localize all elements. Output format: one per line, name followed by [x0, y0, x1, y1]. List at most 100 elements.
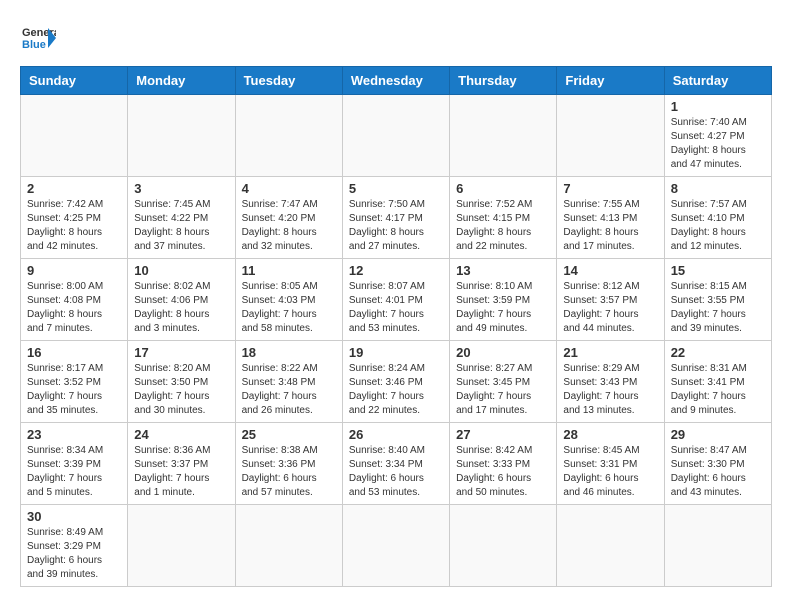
col-monday: Monday	[128, 67, 235, 95]
day-number: 11	[242, 263, 336, 278]
table-row: 24 Sunrise: 8:36 AM Sunset: 3:37 PM Dayli…	[128, 423, 235, 505]
table-row: 30 Sunrise: 8:49 AM Sunset: 3:29 PM Dayli…	[21, 505, 128, 587]
calendar-week-3: 9Sunrise: 8:00 AM Sunset: 4:08 PM Daylig…	[21, 259, 772, 341]
day-info: Sunrise: 8:17 AM Sunset: 3:52 PM Dayligh…	[27, 362, 121, 418]
day-info: Sunrise: 8:29 AM Sunset: 3:43 PM Dayligh…	[563, 362, 657, 418]
day-number: 3	[134, 181, 228, 196]
table-row	[557, 505, 664, 587]
table-row: 12Sunrise: 8:07 AM Sunset: 4:01 PM Dayli…	[342, 259, 449, 341]
day-info: Sunrise: 8:22 AM Sunset: 3:48 PM Dayligh…	[242, 362, 336, 418]
day-info: Sunrise: 8:34 AM Sunset: 3:39 PM Dayligh…	[27, 444, 121, 500]
day-number: 14	[563, 263, 657, 278]
day-number: 21	[563, 345, 657, 360]
table-row: 19 Sunrise: 8:24 AM Sunset: 3:46 PM Dayli…	[342, 341, 449, 423]
svg-text:Blue: Blue	[22, 39, 46, 51]
day-number: 20	[456, 345, 550, 360]
table-row	[342, 95, 449, 177]
table-row: 7Sunrise: 7:55 AM Sunset: 4:13 PM Daylig…	[557, 177, 664, 259]
table-row: 2 Sunrise: 7:42 AM Sunset: 4:25 PM Daylig…	[21, 177, 128, 259]
day-number: 18	[242, 345, 336, 360]
table-row	[235, 505, 342, 587]
table-row: 23 Sunrise: 8:34 AM Sunset: 3:39 PM Dayli…	[21, 423, 128, 505]
day-number: 22	[671, 345, 765, 360]
day-info: Sunrise: 8:12 AM Sunset: 3:57 PM Dayligh…	[563, 280, 657, 336]
table-row	[235, 95, 342, 177]
day-number: 17	[134, 345, 228, 360]
day-info: Sunrise: 8:42 AM Sunset: 3:33 PM Dayligh…	[456, 444, 550, 500]
table-row: 17 Sunrise: 8:20 AM Sunset: 3:50 PM Dayli…	[128, 341, 235, 423]
day-info: Sunrise: 8:10 AM Sunset: 3:59 PM Dayligh…	[456, 280, 550, 336]
calendar-week-5: 23 Sunrise: 8:34 AM Sunset: 3:39 PM Dayli…	[21, 423, 772, 505]
table-row: 14 Sunrise: 8:12 AM Sunset: 3:57 PM Dayli…	[557, 259, 664, 341]
day-info: Sunrise: 8:27 AM Sunset: 3:45 PM Dayligh…	[456, 362, 550, 418]
table-row	[128, 95, 235, 177]
table-row: 28Sunrise: 8:45 AM Sunset: 3:31 PM Dayli…	[557, 423, 664, 505]
col-tuesday: Tuesday	[235, 67, 342, 95]
col-thursday: Thursday	[450, 67, 557, 95]
day-info: Sunrise: 8:36 AM Sunset: 3:37 PM Dayligh…	[134, 444, 228, 500]
day-info: Sunrise: 8:20 AM Sunset: 3:50 PM Dayligh…	[134, 362, 228, 418]
col-sunday: Sunday	[21, 67, 128, 95]
table-row: 29 Sunrise: 8:47 AM Sunset: 3:30 PM Dayli…	[664, 423, 771, 505]
day-info: Sunrise: 7:42 AM Sunset: 4:25 PM Dayligh…	[27, 198, 121, 254]
day-info: Sunrise: 8:05 AM Sunset: 4:03 PM Dayligh…	[242, 280, 336, 336]
day-info: Sunrise: 8:07 AM Sunset: 4:01 PM Dayligh…	[349, 280, 443, 336]
day-number: 10	[134, 263, 228, 278]
table-row: 4 Sunrise: 7:47 AM Sunset: 4:20 PM Daylig…	[235, 177, 342, 259]
table-row: 26 Sunrise: 8:40 AM Sunset: 3:34 PM Dayli…	[342, 423, 449, 505]
day-number: 13	[456, 263, 550, 278]
day-number: 19	[349, 345, 443, 360]
table-row: 8Sunrise: 7:57 AM Sunset: 4:10 PM Daylig…	[664, 177, 771, 259]
day-number: 16	[27, 345, 121, 360]
day-info: Sunrise: 8:40 AM Sunset: 3:34 PM Dayligh…	[349, 444, 443, 500]
day-number: 4	[242, 181, 336, 196]
day-info: Sunrise: 7:47 AM Sunset: 4:20 PM Dayligh…	[242, 198, 336, 254]
day-number: 5	[349, 181, 443, 196]
table-row: 5 Sunrise: 7:50 AM Sunset: 4:17 PM Daylig…	[342, 177, 449, 259]
calendar-week-2: 2 Sunrise: 7:42 AM Sunset: 4:25 PM Daylig…	[21, 177, 772, 259]
day-number: 23	[27, 427, 121, 442]
table-row: 10 Sunrise: 8:02 AM Sunset: 4:06 PM Dayli…	[128, 259, 235, 341]
calendar-week-6: 30 Sunrise: 8:49 AM Sunset: 3:29 PM Dayli…	[21, 505, 772, 587]
table-row: 13 Sunrise: 8:10 AM Sunset: 3:59 PM Dayli…	[450, 259, 557, 341]
day-number: 15	[671, 263, 765, 278]
day-info: Sunrise: 8:31 AM Sunset: 3:41 PM Dayligh…	[671, 362, 765, 418]
table-row	[450, 95, 557, 177]
logo: General Blue	[20, 20, 56, 56]
day-info: Sunrise: 7:40 AM Sunset: 4:27 PM Dayligh…	[671, 116, 765, 172]
table-row: 27Sunrise: 8:42 AM Sunset: 3:33 PM Dayli…	[450, 423, 557, 505]
day-info: Sunrise: 8:49 AM Sunset: 3:29 PM Dayligh…	[27, 526, 121, 582]
day-number: 26	[349, 427, 443, 442]
day-info: Sunrise: 8:47 AM Sunset: 3:30 PM Dayligh…	[671, 444, 765, 500]
day-number: 29	[671, 427, 765, 442]
day-number: 24	[134, 427, 228, 442]
day-number: 1	[671, 99, 765, 114]
day-info: Sunrise: 8:00 AM Sunset: 4:08 PM Dayligh…	[27, 280, 121, 336]
day-number: 30	[27, 509, 121, 524]
day-number: 25	[242, 427, 336, 442]
day-info: Sunrise: 7:50 AM Sunset: 4:17 PM Dayligh…	[349, 198, 443, 254]
table-row	[557, 95, 664, 177]
col-saturday: Saturday	[664, 67, 771, 95]
table-row	[128, 505, 235, 587]
day-number: 2	[27, 181, 121, 196]
day-info: Sunrise: 7:52 AM Sunset: 4:15 PM Dayligh…	[456, 198, 550, 254]
table-row	[21, 95, 128, 177]
table-row	[664, 505, 771, 587]
table-row: 9Sunrise: 8:00 AM Sunset: 4:08 PM Daylig…	[21, 259, 128, 341]
day-info: Sunrise: 8:45 AM Sunset: 3:31 PM Dayligh…	[563, 444, 657, 500]
col-friday: Friday	[557, 67, 664, 95]
calendar-week-1: 1 Sunrise: 7:40 AM Sunset: 4:27 PM Daylig…	[21, 95, 772, 177]
day-info: Sunrise: 8:24 AM Sunset: 3:46 PM Dayligh…	[349, 362, 443, 418]
table-row: 18 Sunrise: 8:22 AM Sunset: 3:48 PM Dayli…	[235, 341, 342, 423]
day-info: Sunrise: 8:15 AM Sunset: 3:55 PM Dayligh…	[671, 280, 765, 336]
calendar-week-4: 16 Sunrise: 8:17 AM Sunset: 3:52 PM Dayli…	[21, 341, 772, 423]
table-row: 1 Sunrise: 7:40 AM Sunset: 4:27 PM Daylig…	[664, 95, 771, 177]
page-header: General Blue	[20, 20, 772, 56]
calendar-header-row: Sunday Monday Tuesday Wednesday Thursday…	[21, 67, 772, 95]
table-row: 3Sunrise: 7:45 AM Sunset: 4:22 PM Daylig…	[128, 177, 235, 259]
table-row	[450, 505, 557, 587]
day-info: Sunrise: 8:02 AM Sunset: 4:06 PM Dayligh…	[134, 280, 228, 336]
day-info: Sunrise: 8:38 AM Sunset: 3:36 PM Dayligh…	[242, 444, 336, 500]
table-row: 6Sunrise: 7:52 AM Sunset: 4:15 PM Daylig…	[450, 177, 557, 259]
